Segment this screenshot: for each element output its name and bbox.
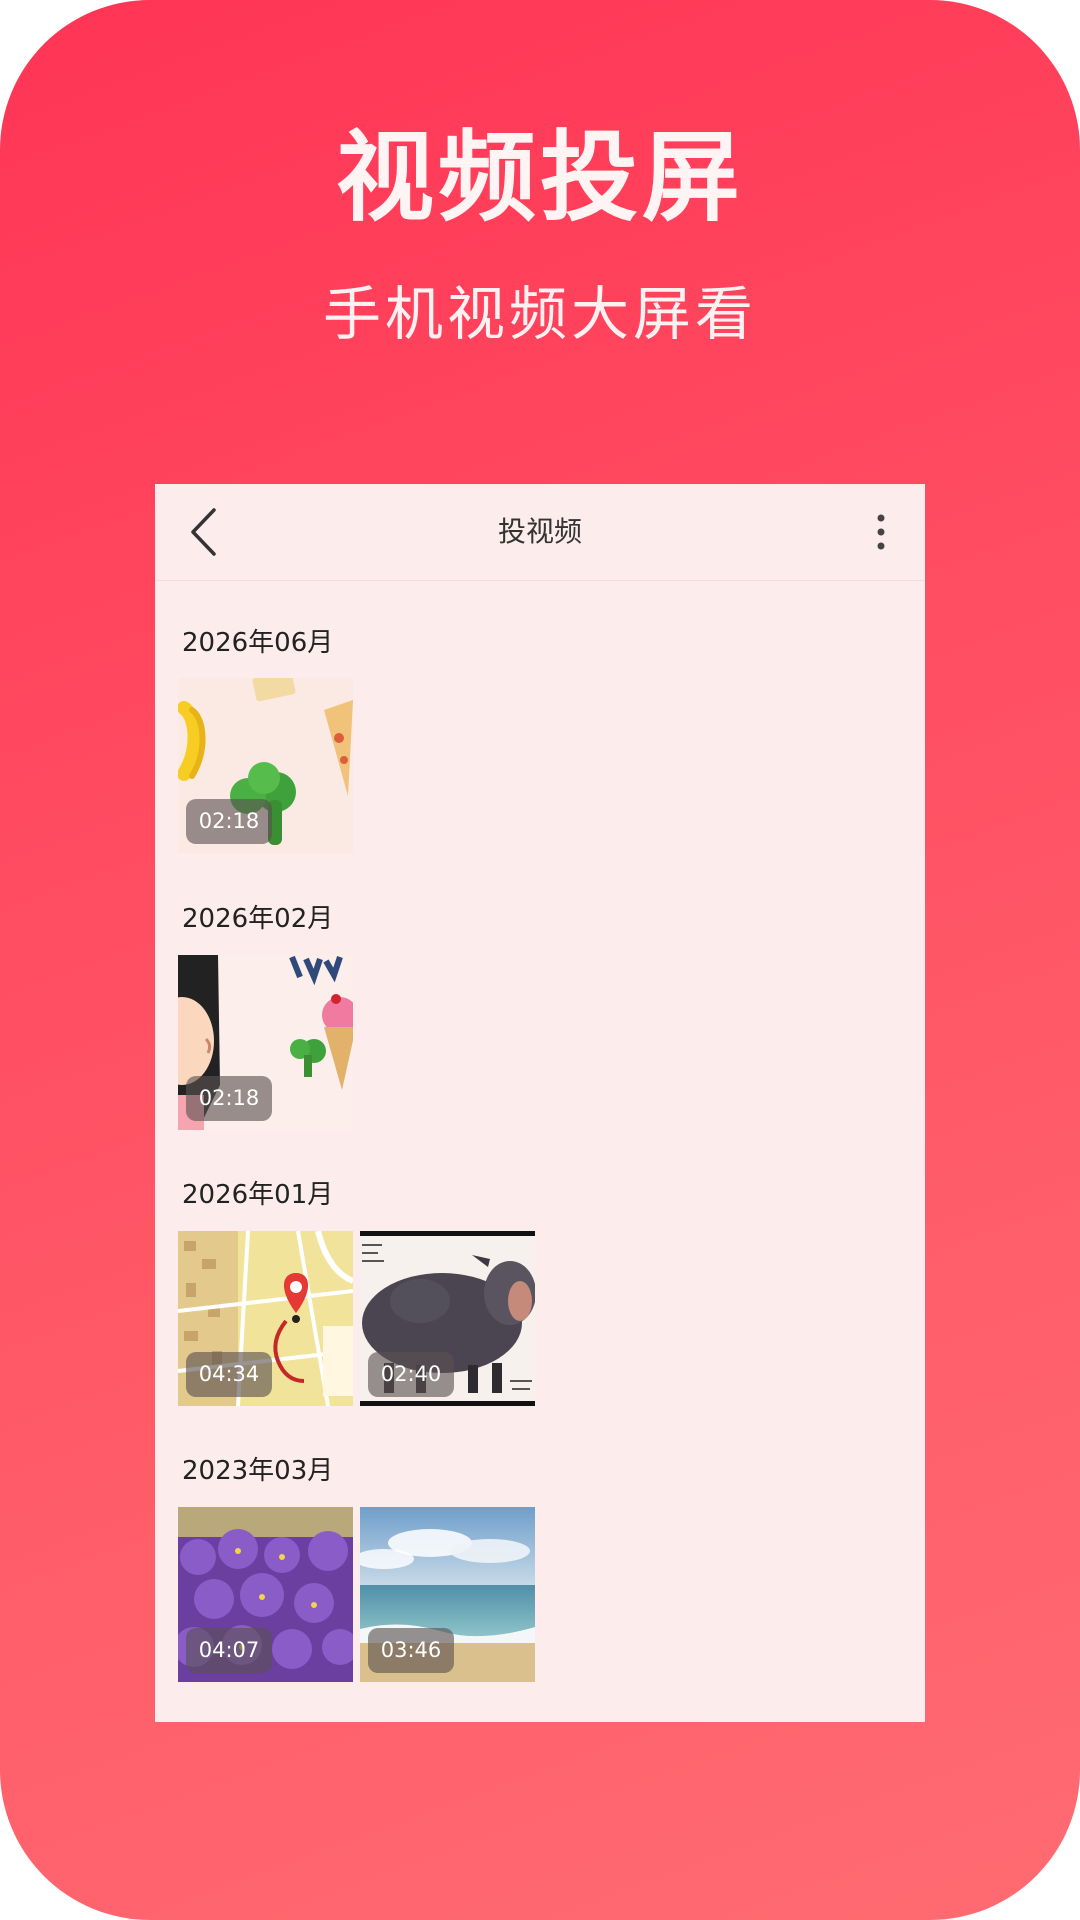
promo-subtitle: 手机视频大屏看 xyxy=(322,280,757,348)
video-duration: 02:18 xyxy=(186,799,272,844)
section-date: 2023年03月 xyxy=(182,1456,334,1486)
video-duration: 02:18 xyxy=(186,1076,272,1121)
video-thumbnail[interactable]: 04:07 xyxy=(178,1507,353,1682)
video-duration: 04:07 xyxy=(186,1628,272,1673)
app-bar: 投视频 xyxy=(155,484,925,581)
promo-background: 视频投屏 手机视频大屏看 投视频 2026年06月 02:18 2026年02月… xyxy=(0,0,1080,1920)
video-thumbnail[interactable]: 02:18 xyxy=(178,678,353,853)
section-date: 2026年06月 xyxy=(182,628,334,658)
video-thumbnail[interactable]: 02:18 xyxy=(178,955,353,1130)
section-date: 2026年02月 xyxy=(182,904,334,934)
video-duration: 03:46 xyxy=(368,1628,454,1673)
page-title: 投视频 xyxy=(497,515,582,548)
more-vertical-icon[interactable] xyxy=(871,514,891,550)
back-arrow-icon[interactable] xyxy=(181,508,229,556)
video-thumbnail[interactable]: 04:34 xyxy=(178,1231,353,1406)
video-duration: 04:34 xyxy=(186,1352,272,1397)
promo-title: 视频投屏 xyxy=(335,121,744,235)
video-duration: 02:40 xyxy=(368,1352,454,1397)
video-thumbnail[interactable]: 03:46 xyxy=(360,1507,535,1682)
app-screen: 投视频 2026年06月 02:18 2026年02月 02:18 2026年0… xyxy=(155,484,925,1722)
section-date: 2026年01月 xyxy=(182,1180,334,1210)
video-thumbnail[interactable]: 02:40 xyxy=(360,1231,535,1406)
